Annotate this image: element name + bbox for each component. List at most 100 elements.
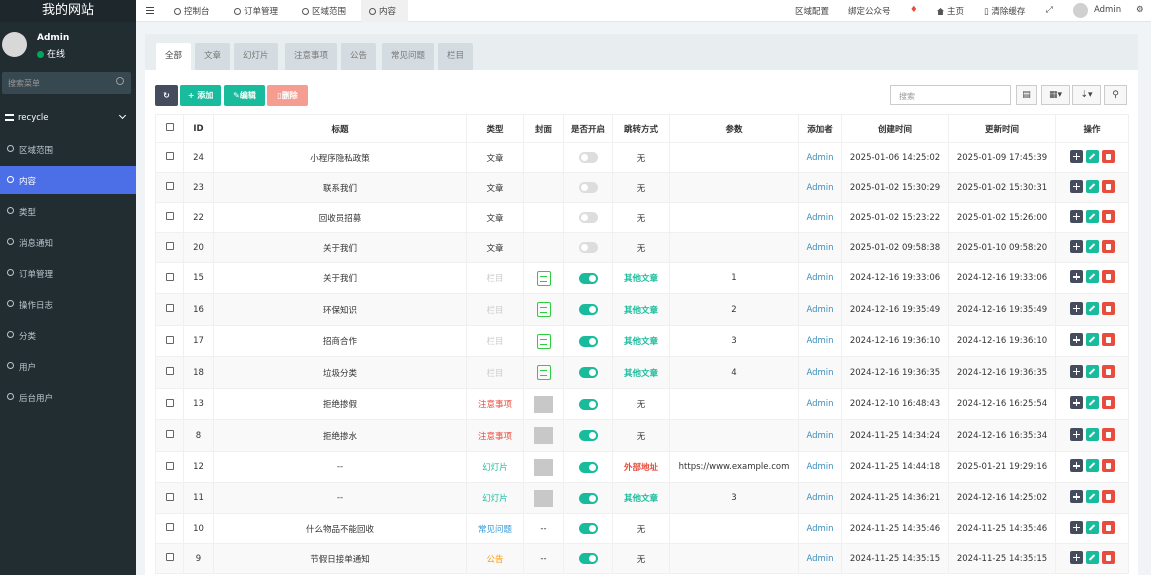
edit-icon[interactable] — [1085, 490, 1099, 503]
enabled-toggle[interactable] — [578, 367, 598, 378]
edit-icon[interactable] — [1085, 209, 1099, 223]
advanced-search-button[interactable]: ⚲ — [1104, 85, 1127, 105]
add-button[interactable]: + 添加 — [180, 85, 221, 106]
delete-icon[interactable] — [1101, 520, 1115, 534]
table-row[interactable]: 20 关于我们 文章 无 Admin 2025-01-02 09:58:38 2025-01… — [155, 232, 1129, 263]
edit-icon[interactable] — [1085, 396, 1099, 409]
adder-cell[interactable]: Admin — [798, 293, 842, 326]
enabled-toggle[interactable] — [578, 335, 598, 347]
drag-icon[interactable] — [1069, 270, 1083, 283]
delete-button[interactable]: ▯删除 — [267, 85, 308, 106]
row-checkbox[interactable] — [165, 304, 174, 312]
subtab-all[interactable]: 全部 — [156, 43, 192, 70]
table-row[interactable]: 11 -- 幻灯片 其他文章 3 Admin 2024-11-25 14:36:21 2024… — [155, 482, 1129, 514]
enabled-toggle[interactable] — [578, 212, 598, 223]
delete-icon[interactable] — [1101, 209, 1115, 223]
sidebar-item-users[interactable]: 用户 — [0, 352, 136, 380]
cover-image[interactable] — [534, 458, 553, 476]
export-button[interactable]: ⇣▾ — [1072, 85, 1101, 105]
row-checkbox[interactable] — [165, 461, 174, 470]
cover-image[interactable] — [534, 395, 553, 413]
search-icon[interactable] — [116, 77, 124, 85]
edit-icon[interactable] — [1085, 550, 1099, 564]
table-row[interactable]: 9 节假日接单通知 公告 -- 无 Admin 2024-11-25 14:35:15 202… — [155, 543, 1129, 574]
select-cell[interactable] — [155, 325, 184, 357]
select-cell[interactable] — [155, 262, 184, 294]
subtab-slide[interactable]: 幻灯片 — [234, 43, 278, 70]
select-cell[interactable] — [155, 202, 184, 233]
enabled-toggle[interactable] — [578, 242, 598, 253]
select-all-checkbox[interactable] — [165, 123, 174, 131]
bell-icon[interactable]: ♦ — [910, 5, 918, 15]
enabled-toggle[interactable] — [578, 492, 598, 504]
table-row[interactable]: 23 联系我们 文章 无 Admin 2025-01-02 15:30:29 2025-01… — [155, 172, 1129, 203]
sidebar-group-recycle[interactable]: recycle — [0, 108, 136, 128]
row-checkbox[interactable] — [165, 272, 174, 281]
sidebar-item-admin-users[interactable]: 后台用户 — [0, 383, 136, 411]
select-all-cell[interactable] — [155, 114, 184, 143]
drag-icon[interactable] — [1069, 396, 1083, 409]
home-link[interactable]: 主页 — [937, 5, 964, 17]
enabled-toggle[interactable] — [578, 272, 598, 284]
drag-icon[interactable] — [1069, 209, 1083, 223]
enabled-toggle[interactable] — [578, 430, 598, 441]
site-title[interactable]: 我的网站 — [0, 0, 136, 22]
refresh-button[interactable]: ↻ — [155, 85, 178, 106]
table-row[interactable]: 13 拒绝掺假 注意事项 无 Admin 2024-12-10 16:48:43 2024-… — [155, 388, 1129, 420]
row-checkbox[interactable] — [165, 553, 174, 561]
row-checkbox[interactable] — [165, 212, 174, 220]
edit-icon[interactable] — [1085, 179, 1099, 193]
adder-cell[interactable]: Admin — [798, 232, 842, 263]
settings-icon[interactable]: ⚙ — [1136, 5, 1144, 15]
enabled-toggle[interactable] — [578, 304, 598, 315]
adder-cell[interactable]: Admin — [798, 482, 842, 514]
drag-icon[interactable] — [1069, 550, 1083, 564]
adder-cell[interactable]: Admin — [798, 142, 842, 173]
adder-cell[interactable]: Admin — [798, 202, 842, 233]
select-cell[interactable] — [155, 232, 184, 263]
delete-icon[interactable] — [1101, 550, 1115, 564]
delete-icon[interactable] — [1101, 459, 1115, 472]
row-checkbox[interactable] — [165, 398, 174, 407]
select-cell[interactable] — [155, 543, 184, 574]
edit-icon[interactable] — [1085, 427, 1099, 441]
tab-content[interactable]: 内容 — [369, 5, 396, 17]
delete-icon[interactable] — [1101, 490, 1115, 503]
delete-icon[interactable] — [1101, 179, 1115, 193]
cover-image[interactable] — [534, 489, 553, 507]
enabled-toggle[interactable] — [578, 182, 598, 193]
enabled-toggle[interactable] — [578, 523, 598, 534]
select-cell[interactable] — [155, 482, 184, 514]
edit-icon[interactable] — [1085, 270, 1099, 283]
edit-icon[interactable] — [1085, 149, 1099, 163]
adder-cell[interactable]: Admin — [798, 451, 842, 483]
select-cell[interactable] — [155, 172, 184, 203]
col-created[interactable]: 创建时间 — [841, 114, 949, 143]
table-row[interactable]: 24 小程序隐私政策 文章 无 Admin 2025-01-06 14:25:02 2025… — [155, 142, 1129, 173]
delete-icon[interactable] — [1101, 364, 1115, 378]
adder-cell[interactable]: Admin — [798, 262, 842, 294]
row-checkbox[interactable] — [165, 492, 174, 501]
table-row[interactable]: 17 招商合作 栏目 其他文章 3 Admin 2024-12-16 19:36:10 202… — [155, 325, 1129, 357]
select-cell[interactable] — [155, 451, 184, 483]
top-avatar[interactable] — [1073, 3, 1088, 18]
row-checkbox[interactable] — [165, 335, 174, 344]
table-row[interactable]: 18 垃圾分类 栏目 其他文章 4 Admin 2024-12-16 19:36:35 202… — [155, 356, 1129, 389]
edit-icon[interactable] — [1085, 239, 1099, 253]
edit-icon[interactable] — [1085, 301, 1099, 315]
table-row[interactable]: 16 环保知识 栏目 其他文章 2 Admin 2024-12-16 19:35:49 202… — [155, 293, 1129, 326]
delete-icon[interactable] — [1101, 149, 1115, 163]
delete-icon[interactable] — [1101, 396, 1115, 409]
sidebar-item-logs[interactable]: 操作日志 — [0, 290, 136, 318]
adder-cell[interactable]: Admin — [798, 513, 842, 544]
row-checkbox[interactable] — [165, 182, 174, 190]
sidebar-item-content[interactable]: 内容 — [0, 166, 136, 194]
delete-icon[interactable] — [1101, 239, 1115, 253]
delete-icon[interactable] — [1101, 301, 1115, 315]
adder-cell[interactable]: Admin — [798, 172, 842, 203]
bind-account-link[interactable]: 绑定公众号 — [848, 5, 891, 17]
delete-icon[interactable] — [1101, 270, 1115, 283]
sidebar-item-type[interactable]: 类型 — [0, 197, 136, 225]
row-checkbox[interactable] — [165, 152, 174, 160]
tab-orders[interactable]: 订单管理 — [234, 5, 278, 17]
